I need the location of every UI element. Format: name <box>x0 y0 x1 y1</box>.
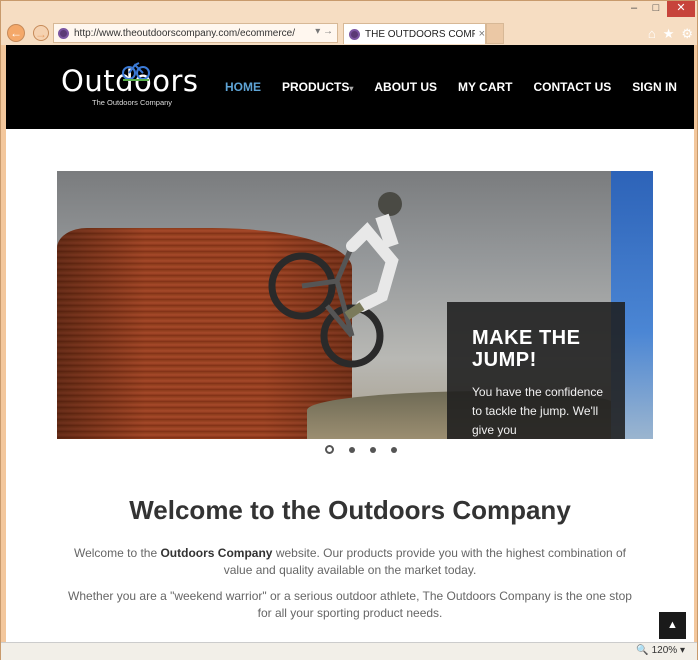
nav-products[interactable]: PRODUCTS▾ <box>282 80 353 94</box>
settings-gear-icon[interactable]: ⚙ <box>681 26 693 42</box>
home-icon[interactable]: ⌂ <box>648 26 656 42</box>
site-favicon-icon <box>58 27 69 39</box>
hero-carousel[interactable]: MAKE THE JUMP! You have the confidence t… <box>57 171 653 439</box>
welcome-p1-end: website. Our products provide you with t… <box>223 546 627 577</box>
nav-home[interactable]: HOME <box>225 80 261 94</box>
browser-tab[interactable]: THE OUTDOORS COMPAN... × <box>343 23 486 44</box>
caret-down-icon: ▾ <box>349 84 354 93</box>
page-viewport: Outdoors The Outdoors Company HOME PRODU… <box>6 45 694 642</box>
chevron-up-icon: ▲ <box>667 619 678 631</box>
nav-about[interactable]: ABOUT US <box>374 80 437 94</box>
zoom-level[interactable]: 🔍 120% ▾ <box>636 645 685 656</box>
back-button[interactable]: ← <box>7 24 25 42</box>
welcome-p1-start: Welcome to the <box>73 546 161 560</box>
nav-products-label: PRODUCTS <box>282 80 350 94</box>
maximize-button[interactable]: □ <box>645 1 667 17</box>
browser-toolbar-icons: ⌂ ★ ⚙ <box>648 26 693 42</box>
scroll-to-top-button[interactable]: ▲ <box>659 612 686 639</box>
zoom-value: 120% <box>651 645 678 656</box>
caption-title-line1: MAKE THE <box>472 327 581 349</box>
bike-logo-icon <box>122 62 150 81</box>
address-text: http://www.theoutdoorscompany.com/ecomme… <box>74 27 296 39</box>
main-nav: HOME PRODUCTS▾ ABOUT US MY CART CONTACT … <box>225 80 694 94</box>
caption-title-line2: JUMP! <box>472 349 537 371</box>
carousel-indicators <box>325 445 397 454</box>
zoom-icon: 🔍 <box>636 645 649 656</box>
welcome-heading: Welcome to the Outdoors Company <box>129 495 571 525</box>
carousel-dot[interactable] <box>349 446 355 453</box>
favorites-star-icon[interactable]: ★ <box>663 26 675 42</box>
new-tab-button[interactable] <box>486 23 504 44</box>
site-logo[interactable]: Outdoors The Outdoors Company <box>61 62 199 107</box>
tab-title: THE OUTDOORS COMPAN... <box>365 28 475 40</box>
tab-close-icon[interactable]: × <box>479 28 485 40</box>
caption-text: You have the confidence to tackle the ju… <box>472 385 603 437</box>
welcome-p1-bold: Outdoors Company <box>160 546 273 560</box>
close-window-button[interactable]: ✕ <box>667 1 695 17</box>
logo-subtitle: The Outdoors Company <box>92 98 173 107</box>
forward-button[interactable]: → <box>33 25 49 41</box>
address-go-icon[interactable]: ▾ → <box>315 26 333 37</box>
site-header: Outdoors The Outdoors Company HOME PRODU… <box>6 45 694 129</box>
browser-chrome: – □ ✕ ← → http://www.theoutdoorscompany.… <box>1 1 697 45</box>
welcome-paragraph-2: Whether you are a "weekend warrior" or a… <box>68 589 632 620</box>
carousel-dot[interactable] <box>325 445 334 454</box>
address-bar[interactable]: http://www.theoutdoorscompany.com/ecomme… <box>53 23 338 43</box>
slide-caption: MAKE THE JUMP! You have the confidence t… <box>447 302 625 439</box>
window-controls: – □ ✕ <box>623 1 695 17</box>
nav-cart[interactable]: MY CART <box>458 80 512 94</box>
bike-rider-image <box>268 192 402 368</box>
status-bar: 🔍 120% ▾ <box>1 642 697 660</box>
carousel-dot[interactable] <box>391 446 397 453</box>
minimize-button[interactable]: – <box>623 1 645 17</box>
nav-contact[interactable]: CONTACT US <box>533 80 611 94</box>
carousel-dot[interactable] <box>370 446 376 453</box>
tab-favicon-icon <box>349 28 360 40</box>
nav-signin[interactable]: SIGN IN <box>632 80 677 94</box>
welcome-paragraph-1: Welcome to the Outdoors Company website.… <box>66 545 634 579</box>
browser-window: – □ ✕ ← → http://www.theoutdoorscompany.… <box>0 0 698 660</box>
